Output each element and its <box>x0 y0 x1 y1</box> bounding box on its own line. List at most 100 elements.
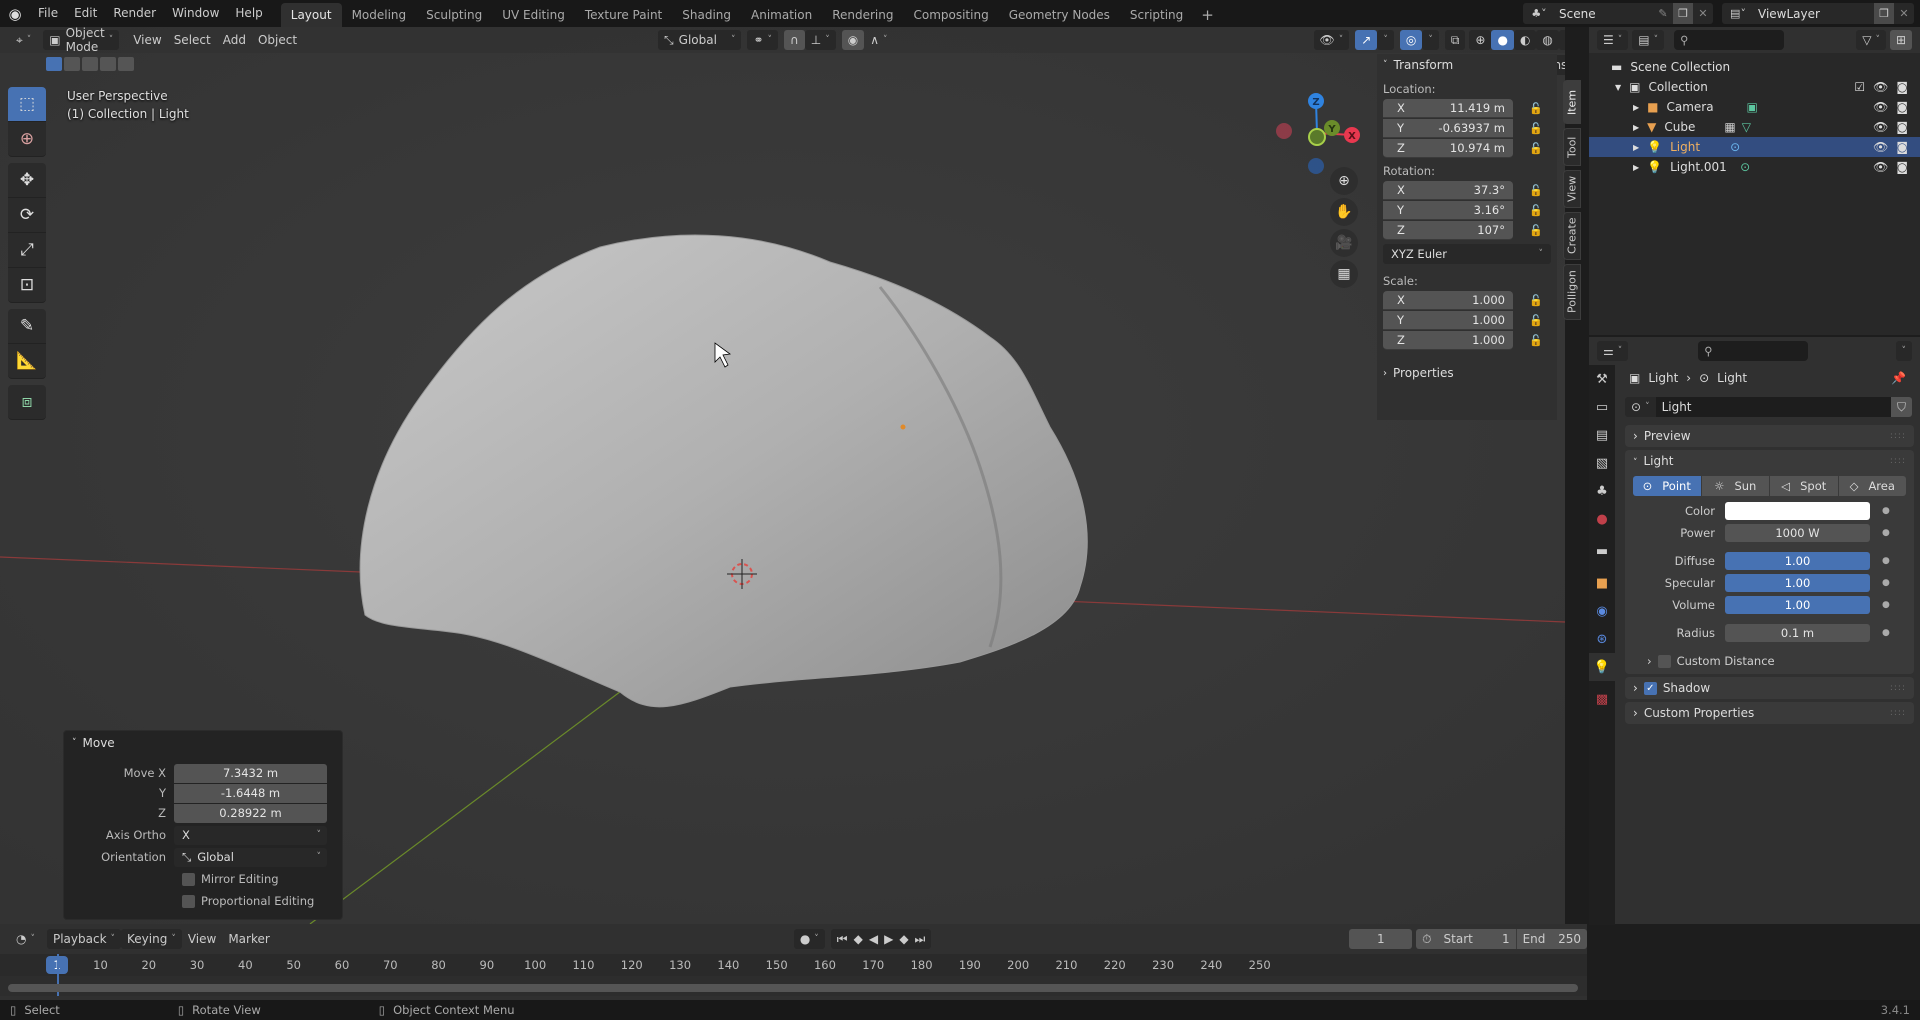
visibility-button[interactable]: 👁 ˅ <box>1313 30 1350 50</box>
overlays-toggle[interactable]: ◎ <box>1399 30 1423 50</box>
location-z-field[interactable]: Z 10.974 m <box>1383 138 1513 158</box>
shading-dropdown[interactable]: ˅ <box>1558 30 1565 50</box>
pivot-point-button[interactable]: ⚭ ˅ <box>747 30 778 50</box>
move-z-field[interactable]: 0.28922 m <box>174 803 327 823</box>
keyframe-dot-icon[interactable]: ● <box>1882 600 1890 610</box>
menu-playback[interactable]: Playback ˅ <box>46 929 122 949</box>
light-origin[interactable] <box>900 424 906 430</box>
play-reverse-icon[interactable]: ◀ <box>869 932 878 946</box>
editor-type-button[interactable]: ◔ ˅ <box>10 929 41 949</box>
shading-rendered[interactable]: ◍ <box>1536 30 1559 50</box>
datablock-name-input[interactable]: Light <box>1655 397 1891 417</box>
tab-view[interactable]: View <box>1563 170 1581 208</box>
drag-grip-icon[interactable]: :::: <box>1890 708 1906 718</box>
rotation-x-field[interactable]: X 37.3° <box>1383 180 1513 200</box>
move-panel-header[interactable]: ˅ Move <box>64 731 342 755</box>
tab-animation[interactable]: Animation <box>741 3 822 27</box>
drag-grip-icon[interactable]: :::: <box>1890 456 1906 466</box>
light-panel-header[interactable]: ˅ Light:::: <box>1625 450 1914 472</box>
menu-view[interactable]: View <box>127 30 167 50</box>
outliner-item-camera[interactable]: ▶ ■ Camera ▣ 👁 ◙ <box>1589 97 1920 117</box>
lock-icon[interactable]: 🔓 <box>1529 224 1543 237</box>
tab-item[interactable]: Item <box>1563 80 1581 124</box>
new-view-layer-button[interactable]: ❐ <box>1874 3 1894 24</box>
shadow-checkbox[interactable]: ✓ <box>1643 682 1657 695</box>
snap-toggle[interactable]: ∩ <box>784 30 805 50</box>
keyframe-dot-icon[interactable]: ● <box>1882 578 1890 588</box>
tab-object-icon[interactable]: ■ <box>1589 569 1615 597</box>
select-extend-icon[interactable] <box>64 57 80 71</box>
properties-search-input[interactable]: ⚲ <box>1698 341 1809 361</box>
jump-end-icon[interactable]: ⏭ <box>915 932 926 947</box>
custom-properties-header[interactable]: › Custom Properties:::: <box>1625 702 1914 724</box>
menu-window[interactable]: Window <box>164 0 227 27</box>
mirror-editing-row[interactable]: Mirror Editing <box>64 869 342 889</box>
cursor-tool[interactable]: ⊕ <box>8 122 46 157</box>
proportional-editing-checkbox[interactable] <box>182 894 195 908</box>
axis-ortho-select[interactable]: X ˅ <box>174 825 327 845</box>
orientation-select[interactable]: ⤡ Global ˅ <box>174 847 327 867</box>
gizmo-neg-x[interactable] <box>1276 123 1292 139</box>
scale-y-field[interactable]: Y 1.000 <box>1383 310 1513 330</box>
current-frame-field[interactable]: 1 <box>1349 929 1413 949</box>
tab-world-icon[interactable]: ● <box>1589 505 1615 533</box>
menu-marker[interactable]: Marker <box>222 929 275 949</box>
pin-icon[interactable]: 📌 <box>1891 371 1906 385</box>
light-data-icon[interactable]: ⊙ <box>1730 140 1740 154</box>
tab-shading[interactable]: Shading <box>672 3 741 27</box>
perspective-toggle-button[interactable]: ▦ <box>1330 260 1358 288</box>
play-icon[interactable]: ▶ <box>884 932 893 946</box>
gizmo-dropdown[interactable]: ˅ <box>1377 30 1394 50</box>
add-workspace-button[interactable]: + <box>1193 3 1222 27</box>
eye-icon[interactable]: 👁 <box>1873 100 1888 114</box>
shading-wireframe[interactable]: ⊕ <box>1469 30 1492 50</box>
tab-compositing[interactable]: Compositing <box>903 3 998 27</box>
scale-x-field[interactable]: X 1.000 <box>1383 290 1513 310</box>
select-new-icon[interactable] <box>46 57 62 71</box>
render-camera-icon[interactable]: ◙ <box>1896 120 1908 134</box>
camera-view-button[interactable]: 🎥 <box>1330 229 1358 257</box>
tab-view-layer-icon[interactable]: ▧ <box>1589 449 1615 477</box>
disclosure-open-icon[interactable]: ▼ <box>1615 83 1621 92</box>
light-type-area[interactable]: ◇ Area <box>1838 476 1906 496</box>
preview-panel-header[interactable]: › Preview:::: <box>1625 425 1914 447</box>
outliner-item-light[interactable]: ▶ 💡 Light ⊙ 👁 ◙ <box>1589 137 1920 157</box>
preview-range-toggle[interactable]: ⏱ <box>1416 929 1438 949</box>
checkbox-checked-icon[interactable]: ☑ <box>1854 80 1865 94</box>
render-camera-icon[interactable]: ◙ <box>1896 140 1908 154</box>
view-layer-selector[interactable]: ▤˅ ViewLayer ❐ ✕ <box>1722 3 1914 24</box>
end-frame-field[interactable]: End 250 <box>1515 929 1587 949</box>
mirror-editing-checkbox[interactable] <box>182 872 195 886</box>
rotate-tool[interactable]: ⟳ <box>8 198 46 233</box>
transform-panel-header[interactable]: ˅ Transform <box>1377 54 1557 76</box>
outliner-search-input[interactable]: ⚲ <box>1674 30 1785 50</box>
keyframe-dot-icon[interactable]: ● <box>1882 528 1890 538</box>
select-invert-icon[interactable] <box>100 57 116 71</box>
gizmo-toggle[interactable]: ↗ <box>1355 30 1378 50</box>
render-camera-icon[interactable]: ◙ <box>1896 80 1908 94</box>
tab-physics-icon[interactable]: ◉ <box>1589 597 1615 625</box>
gizmo-neg-z[interactable] <box>1308 158 1324 174</box>
scale-tool[interactable]: ⤢ <box>8 233 46 268</box>
tab-tool[interactable]: Tool <box>1563 128 1581 166</box>
lock-icon[interactable]: 🔓 <box>1529 334 1543 347</box>
light-type-point[interactable]: ⊙ Point <box>1633 476 1702 496</box>
menu-select[interactable]: Select <box>168 30 217 50</box>
lock-icon[interactable]: 🔓 <box>1529 122 1543 135</box>
menu-keying[interactable]: Keying ˅ <box>121 929 182 949</box>
outliner-item-light-001[interactable]: ▶ 💡 Light.001 ⊙ 👁 ◙ <box>1589 157 1920 177</box>
tab-output-icon[interactable]: ▤ <box>1589 421 1615 449</box>
custom-distance-checkbox[interactable] <box>1657 654 1671 668</box>
proportional-edit-toggle[interactable]: ◉ <box>841 30 865 50</box>
timeline-scrollbar[interactable] <box>8 984 1578 992</box>
lock-icon[interactable]: 🔓 <box>1529 294 1543 307</box>
tab-layout[interactable]: Layout <box>280 3 342 27</box>
shading-solid[interactable]: ● <box>1491 30 1514 50</box>
drag-grip-icon[interactable]: :::: <box>1890 431 1906 441</box>
lock-icon[interactable]: 🔓 <box>1529 184 1543 197</box>
disclosure-closed-icon[interactable]: ▶ <box>1633 123 1639 132</box>
rotation-mode-select[interactable]: XYZ Euler ˅ <box>1383 244 1551 264</box>
eye-icon[interactable]: 👁 <box>1873 120 1888 134</box>
jump-start-icon[interactable]: ⏮ <box>837 932 848 947</box>
zoom-view-button[interactable]: ⊕ <box>1330 167 1358 195</box>
